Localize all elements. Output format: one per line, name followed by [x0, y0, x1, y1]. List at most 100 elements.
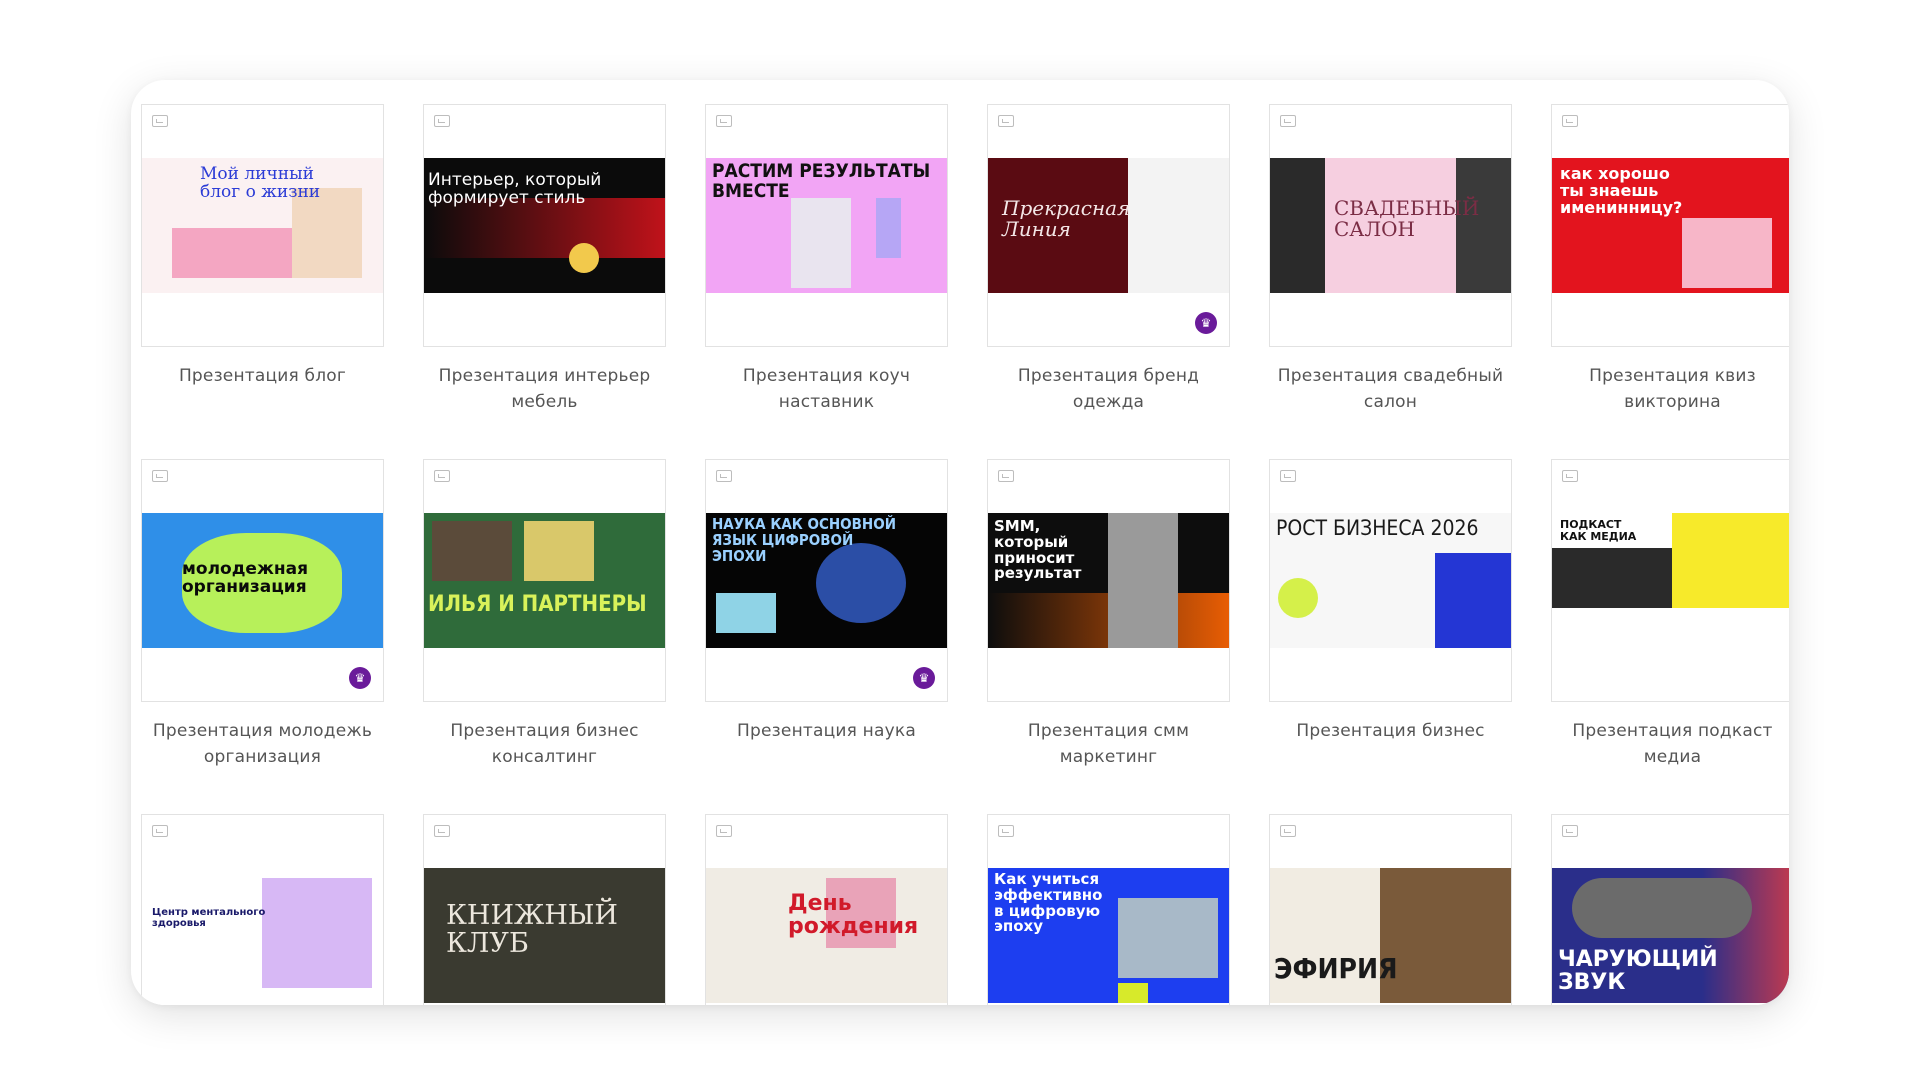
- template-card[interactable]: РАСТИМ РЕЗУЛЬТАТЫ ВМЕСТЕ Презентация коуч…: [705, 104, 948, 415]
- template-thumbnail[interactable]: ЭФИРИЯ: [1269, 814, 1512, 1005]
- slide-decoration: [716, 593, 776, 633]
- template-card[interactable]: SMM, который приносит результат Презентац…: [987, 459, 1230, 770]
- slide-preview: Интерьер, который формирует стиль: [424, 158, 665, 293]
- slide-title: Как учиться эффективно в цифровую эпоху: [994, 870, 1103, 936]
- image-placeholder-icon: [1280, 825, 1296, 837]
- slide-decoration: [876, 198, 901, 258]
- slide-decoration: [262, 878, 372, 988]
- image-placeholder-icon: [152, 470, 168, 482]
- slide-title: КНИЖНЫЙ КЛУБ: [446, 900, 618, 960]
- slide-preview: День рождения: [706, 868, 947, 1003]
- template-card[interactable]: КНИЖНЫЙ КЛУБ: [423, 814, 666, 1005]
- slide-decoration: [1108, 513, 1178, 648]
- slide-title: Мой личный блог о жизни: [200, 164, 321, 202]
- template-caption[interactable]: Презентация коуч наставник: [705, 363, 948, 415]
- template-card[interactable]: ЭФИРИЯ: [1269, 814, 1512, 1005]
- slide-decoration: [1270, 158, 1325, 293]
- template-card[interactable]: Мой личный блог о жизни Презентация блог: [141, 104, 384, 389]
- slide-decoration: [569, 243, 599, 273]
- slide-preview: Мой личный блог о жизни: [142, 158, 383, 293]
- image-placeholder-icon: [152, 825, 168, 837]
- slide-preview: ИЛЬЯ И ПАРТНЕРЫ: [424, 513, 665, 648]
- image-placeholder-icon: [998, 470, 1014, 482]
- template-thumbnail[interactable]: как хорошо ты знаешь именинницу?: [1551, 104, 1789, 347]
- template-caption[interactable]: Презентация бизнес: [1269, 718, 1512, 744]
- template-card[interactable]: ЧАРУЮЩИЙ ЗВУК: [1551, 814, 1789, 1005]
- template-thumbnail[interactable]: КНИЖНЫЙ КЛУБ: [423, 814, 666, 1005]
- template-card[interactable]: Как учиться эффективно в цифровую эпоху: [987, 814, 1230, 1005]
- template-card[interactable]: молодежная организация ♛ Презентация молод…: [141, 459, 384, 770]
- image-placeholder-icon: [434, 825, 450, 837]
- template-card[interactable]: Прекрасная Линия ♛ Презентация бренд одежд…: [987, 104, 1230, 415]
- slide-title: ИЛЬЯ И ПАРТНЕРЫ: [428, 592, 647, 617]
- template-card[interactable]: РОСТ БИЗНЕСА 2026 Презентация бизнес: [1269, 459, 1512, 744]
- template-thumbnail[interactable]: СВАДЕБНЫЙ САЛОН: [1269, 104, 1512, 347]
- image-placeholder-icon: [716, 825, 732, 837]
- template-thumbnail[interactable]: НАУКА КАК ОСНОВНОЙ ЯЗЫК ЦИФРОВОЙ ЭПОХИ ♛: [705, 459, 948, 702]
- template-caption[interactable]: Презентация квиз викторина: [1551, 363, 1789, 415]
- template-thumbnail[interactable]: Как учиться эффективно в цифровую эпоху: [987, 814, 1230, 1005]
- slide-title: День рождения: [788, 891, 919, 940]
- slide-title: молодежная организация: [182, 559, 309, 597]
- template-card[interactable]: День рождения: [705, 814, 948, 1005]
- slide-title: РАСТИМ РЕЗУЛЬТАТЫ ВМЕСТЕ: [712, 160, 931, 202]
- template-thumbnail[interactable]: ПОДКАСТ КАК МЕДИА: [1551, 459, 1789, 702]
- template-caption[interactable]: Презентация подкаст медиа: [1551, 718, 1789, 770]
- template-caption[interactable]: Презентация блог: [141, 363, 384, 389]
- template-caption[interactable]: Презентация бизнес консалтинг: [423, 718, 666, 770]
- slide-title: НАУКА КАК ОСНОВНОЙ ЯЗЫК ЦИФРОВОЙ ЭПОХИ: [712, 515, 896, 565]
- slide-decoration: [1552, 548, 1672, 608]
- slide-decoration: [791, 198, 851, 288]
- slide-preview: молодежная организация: [142, 513, 383, 648]
- template-card[interactable]: ПОДКАСТ КАК МЕДИА Презентация подкаст мед…: [1551, 459, 1789, 770]
- slide-title: Интерьер, который формирует стиль: [428, 170, 602, 208]
- template-caption[interactable]: Презентация интерьер мебель: [423, 363, 666, 415]
- template-caption[interactable]: Презентация молодежь организация: [141, 718, 384, 770]
- template-thumbnail[interactable]: SMM, который приносит результат: [987, 459, 1230, 702]
- template-card[interactable]: как хорошо ты знаешь именинницу? Презента…: [1551, 104, 1789, 415]
- slide-decoration: [432, 521, 512, 581]
- slide-preview: КНИЖНЫЙ КЛУБ: [424, 868, 665, 1003]
- template-thumbnail[interactable]: Интерьер, который формирует стиль: [423, 104, 666, 347]
- slide-title: ПОДКАСТ КАК МЕДИА: [1560, 518, 1637, 543]
- slide-title: SMM, который приносит результат: [994, 517, 1082, 583]
- slide-decoration: [1118, 983, 1148, 1003]
- image-placeholder-icon: [1562, 825, 1578, 837]
- template-card[interactable]: ИЛЬЯ И ПАРТНЕРЫ Презентация бизнес консал…: [423, 459, 666, 770]
- trophy-icon: ♛: [913, 667, 935, 689]
- template-thumbnail[interactable]: Центр ментального здоровья: [141, 814, 384, 1005]
- template-thumbnail[interactable]: ИЛЬЯ И ПАРТНЕРЫ: [423, 459, 666, 702]
- image-placeholder-icon: [998, 825, 1014, 837]
- template-card[interactable]: Интерьер, который формирует стиль Презент…: [423, 104, 666, 415]
- slide-title: Центр ментального здоровья: [152, 907, 266, 929]
- template-thumbnail[interactable]: молодежная организация ♛: [141, 459, 384, 702]
- image-placeholder-icon: [1280, 470, 1296, 482]
- template-caption[interactable]: Презентация свадебный салон: [1269, 363, 1512, 415]
- template-thumbnail[interactable]: Прекрасная Линия ♛: [987, 104, 1230, 347]
- template-thumbnail[interactable]: РАСТИМ РЕЗУЛЬТАТЫ ВМЕСТЕ: [705, 104, 948, 347]
- image-placeholder-icon: [1562, 470, 1578, 482]
- template-caption[interactable]: Презентация смм маркетинг: [987, 718, 1230, 770]
- slide-preview: SMM, который приносит результат: [988, 513, 1229, 648]
- slide-decoration: [1128, 158, 1229, 293]
- template-caption[interactable]: Презентация бренд одежда: [987, 363, 1230, 415]
- slide-decoration: [1682, 218, 1772, 288]
- template-thumbnail[interactable]: РОСТ БИЗНЕСА 2026: [1269, 459, 1512, 702]
- template-thumbnail[interactable]: День рождения: [705, 814, 948, 1005]
- slide-title: СВАДЕБНЫЙ САЛОН: [1334, 196, 1480, 241]
- slide-decoration: [1118, 898, 1218, 978]
- slide-decoration: [1278, 578, 1318, 618]
- template-thumbnail[interactable]: ЧАРУЮЩИЙ ЗВУК: [1551, 814, 1789, 1005]
- template-card[interactable]: Центр ментального здоровья: [141, 814, 384, 1005]
- template-card[interactable]: СВАДЕБНЫЙ САЛОН Презентация свадебный сал…: [1269, 104, 1512, 415]
- slide-preview: СВАДЕБНЫЙ САЛОН: [1270, 158, 1511, 293]
- template-thumbnail[interactable]: Мой личный блог о жизни: [141, 104, 384, 347]
- template-caption[interactable]: Презентация наука: [705, 718, 948, 744]
- image-placeholder-icon: [434, 115, 450, 127]
- slide-decoration: [1672, 513, 1789, 608]
- image-placeholder-icon: [998, 115, 1014, 127]
- slide-decoration: [1435, 553, 1511, 648]
- slide-title: ЭФИРИЯ: [1274, 952, 1398, 985]
- trophy-icon: ♛: [349, 667, 371, 689]
- template-card[interactable]: НАУКА КАК ОСНОВНОЙ ЯЗЫК ЦИФРОВОЙ ЭПОХИ ♛ П…: [705, 459, 948, 744]
